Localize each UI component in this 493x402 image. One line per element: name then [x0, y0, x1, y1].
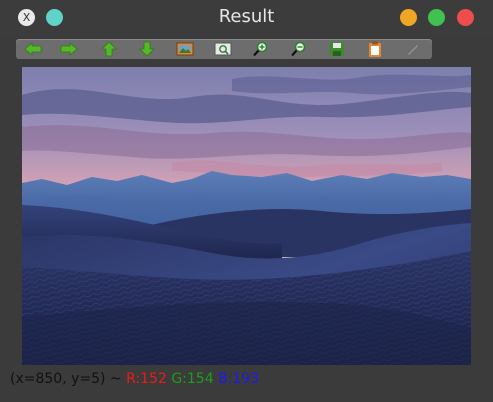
- blue-value: B:193: [218, 371, 260, 387]
- maximize-button[interactable]: [428, 9, 445, 26]
- zoom-in-icon[interactable]: [250, 40, 272, 58]
- title-bar: X Result: [0, 0, 493, 36]
- result-window: X Result (x=850, y=5) ~ R:152 G:154 B:19…: [0, 0, 493, 402]
- save-icon[interactable]: [326, 40, 348, 58]
- clipboard-icon[interactable]: [364, 40, 386, 58]
- image-icon[interactable]: [174, 40, 196, 58]
- window-title: Result: [218, 6, 275, 27]
- desert-dunes-image: [22, 67, 471, 365]
- arrow-down-icon[interactable]: [136, 40, 158, 58]
- result-image[interactable]: [22, 67, 471, 365]
- arrow-right-icon[interactable]: [58, 40, 80, 58]
- window-bottom-edge: [0, 388, 493, 402]
- cursor-coords: (x=850, y=5) ~: [10, 371, 127, 387]
- arrow-up-icon[interactable]: [98, 40, 120, 58]
- red-value: R:152: [126, 371, 167, 387]
- pen-icon[interactable]: [402, 40, 424, 58]
- zoom-fit-icon[interactable]: [212, 40, 234, 58]
- zoom-out-icon[interactable]: [288, 40, 310, 58]
- minimize-button[interactable]: [400, 9, 417, 26]
- arrow-left-icon[interactable]: [22, 40, 44, 58]
- green-value: G:154: [171, 371, 214, 387]
- close-button[interactable]: [457, 9, 474, 26]
- toolbar: [16, 39, 432, 59]
